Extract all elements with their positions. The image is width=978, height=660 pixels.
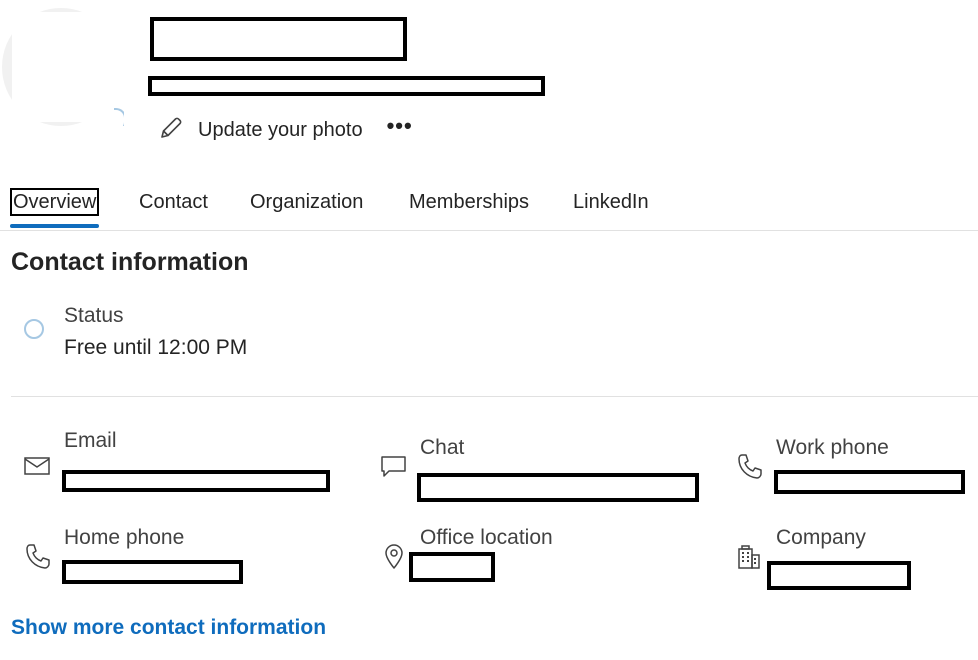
email-label: Email — [64, 429, 117, 452]
job-title-redaction — [148, 76, 545, 96]
phone-icon — [24, 543, 52, 571]
section-title: Contact information — [11, 248, 249, 276]
location-pin-icon — [384, 543, 412, 571]
update-photo-button[interactable]: Update your photo — [158, 115, 363, 146]
tab-overview[interactable]: Overview — [10, 188, 100, 216]
home-phone-value-redaction[interactable] — [62, 560, 243, 584]
office-location-value-redaction[interactable] — [409, 552, 495, 582]
tab-bar: Overview Contact Organization Membership… — [0, 184, 978, 231]
update-photo-label: Update your photo — [198, 118, 363, 141]
presence-status-icon — [24, 319, 44, 339]
phone-icon — [736, 453, 764, 481]
tab-linkedin[interactable]: LinkedIn — [573, 188, 649, 216]
name-redaction — [150, 17, 407, 61]
work-phone-value-redaction[interactable] — [774, 470, 965, 494]
building-icon — [736, 543, 764, 571]
active-tab-indicator — [10, 224, 99, 228]
home-phone-label: Home phone — [64, 526, 185, 549]
email-value-redaction[interactable] — [62, 470, 330, 492]
company-label: Company — [776, 526, 866, 549]
avatar[interactable] — [2, 8, 124, 126]
chat-value-redaction[interactable] — [417, 473, 699, 502]
divider — [11, 396, 978, 397]
pencil-icon — [158, 115, 184, 146]
presence-indicator — [114, 108, 124, 126]
company-value-redaction[interactable] — [767, 561, 911, 590]
photo-actions: Update your photo ••• — [158, 112, 421, 148]
tab-organization[interactable]: Organization — [250, 188, 363, 216]
chat-icon — [380, 453, 408, 481]
profile-card: Update your photo ••• Overview Contact O… — [0, 0, 978, 660]
office-location-label: Office location — [420, 526, 553, 549]
work-phone-label: Work phone — [776, 436, 889, 459]
status-label: Status — [64, 304, 124, 327]
tab-contact[interactable]: Contact — [139, 188, 208, 216]
more-options-button[interactable]: ••• — [379, 115, 421, 137]
status-value: Free until 12:00 PM — [64, 336, 248, 359]
mail-icon — [24, 453, 52, 481]
chat-label: Chat — [420, 436, 465, 459]
show-more-contact-link[interactable]: Show more contact information — [11, 616, 326, 640]
tab-memberships[interactable]: Memberships — [409, 188, 529, 216]
